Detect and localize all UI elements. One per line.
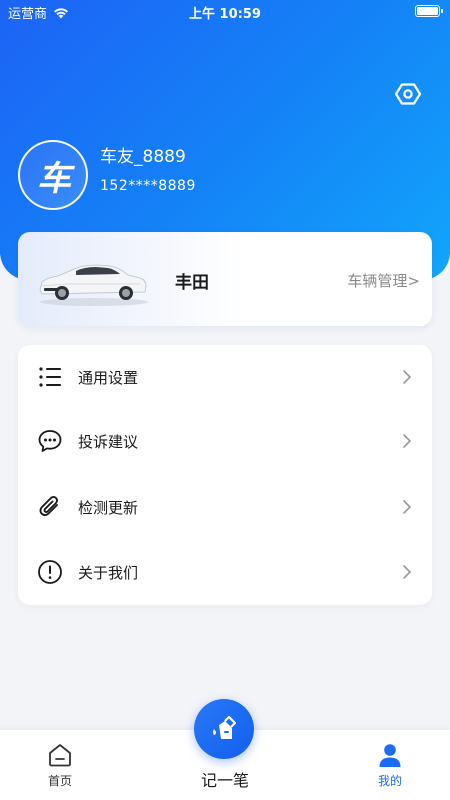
chevron-right-icon (403, 500, 412, 514)
menu-item-label: 通用设置 (78, 368, 139, 387)
user-icon (379, 744, 401, 767)
tab-mine[interactable]: 我的 (345, 730, 435, 800)
username: 车友_8889 (100, 147, 186, 167)
menu-card: 通用设置 投诉建议 检测更新 关于我们 (18, 345, 432, 605)
fuel-pump-icon (213, 715, 237, 739)
settings-button[interactable] (394, 80, 422, 108)
tab-mine-label: 我的 (377, 774, 402, 788)
tab-home[interactable]: 首页 (15, 730, 105, 800)
chevron-right-icon (403, 565, 412, 579)
avatar-text: 车 (37, 158, 71, 199)
menu-item-check-update[interactable]: 检测更新 (18, 475, 432, 539)
menu-item-feedback[interactable]: 投诉建议 (18, 409, 432, 473)
paperclip-icon (39, 496, 58, 516)
chat-icon (38, 430, 62, 452)
menu-item-about-us[interactable]: 关于我们 (18, 540, 432, 604)
hexagon-settings-icon (394, 83, 422, 105)
avatar[interactable]: 车 (18, 140, 88, 210)
status-time: 上午 10:59 (189, 7, 261, 22)
chevron-right-icon (403, 370, 412, 384)
menu-item-label: 关于我们 (78, 563, 139, 582)
car-card[interactable]: 丰田 车辆管理> (18, 232, 432, 326)
menu-item-label: 检测更新 (78, 498, 139, 517)
chevron-right-icon (403, 434, 412, 448)
record-button[interactable] (194, 699, 254, 759)
menu-item-label: 投诉建议 (78, 432, 139, 451)
list-icon (39, 367, 61, 387)
car-brand: 丰田 (175, 273, 209, 293)
status-bar: 运营商 上午 10:59 (0, 0, 450, 24)
battery-icon (415, 5, 443, 17)
home-icon (49, 744, 71, 767)
info-icon (38, 560, 62, 584)
menu-item-general-settings[interactable]: 通用设置 (18, 345, 432, 409)
record-button-label: 记一笔 (200, 771, 249, 790)
vehicle-management-link[interactable]: 车辆管理> (347, 270, 420, 291)
car-image (39, 264, 148, 306)
phone-number: 152****8889 (100, 178, 196, 194)
tab-home-label: 首页 (47, 774, 72, 788)
